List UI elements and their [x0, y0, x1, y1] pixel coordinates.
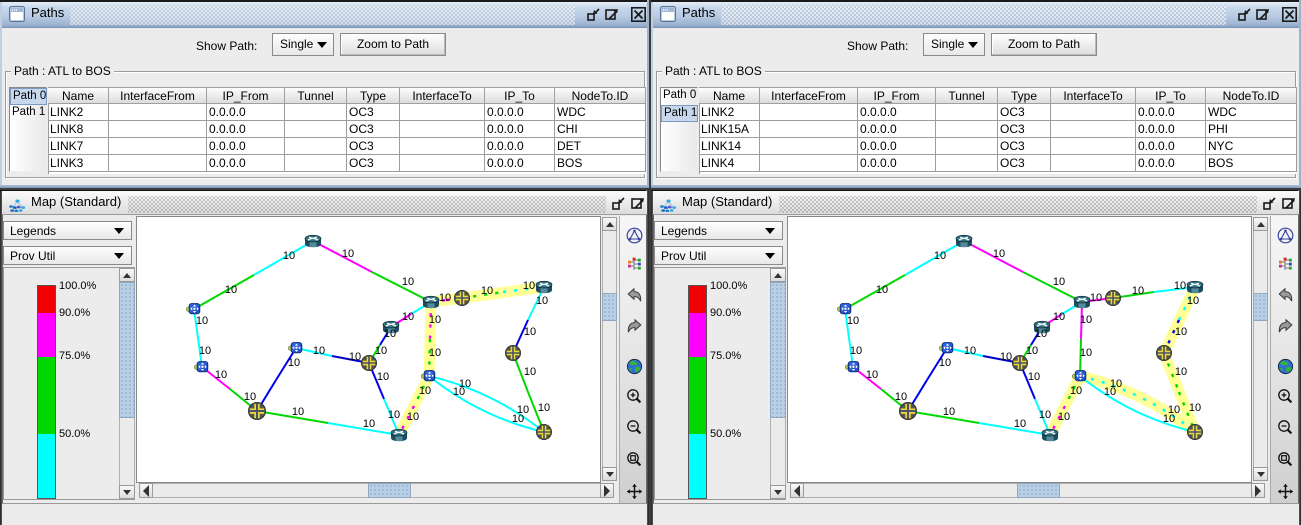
- svg-text:10: 10: [536, 295, 548, 307]
- svg-text:10: 10: [196, 315, 208, 327]
- svg-text:10: 10: [512, 413, 524, 425]
- svg-text:10: 10: [313, 345, 325, 357]
- svg-text:10: 10: [847, 315, 859, 327]
- svg-text:10: 10: [453, 386, 465, 398]
- svg-text:10: 10: [375, 345, 387, 357]
- svg-text:10: 10: [1189, 402, 1201, 414]
- svg-text:10: 10: [524, 366, 536, 378]
- svg-text:10: 10: [292, 406, 304, 418]
- svg-text:10: 10: [1035, 328, 1047, 340]
- svg-text:10: 10: [895, 391, 907, 403]
- svg-text:10: 10: [1053, 311, 1065, 323]
- svg-text:10: 10: [402, 276, 414, 288]
- svg-text:10: 10: [1163, 413, 1175, 425]
- svg-text:10: 10: [850, 345, 862, 357]
- svg-text:10: 10: [225, 284, 237, 296]
- svg-text:10: 10: [419, 385, 431, 397]
- svg-text:10: 10: [199, 345, 211, 357]
- svg-text:10: 10: [1014, 418, 1026, 430]
- svg-text:10: 10: [1053, 276, 1065, 288]
- svg-text:10: 10: [993, 248, 1005, 260]
- svg-text:10: 10: [523, 280, 535, 292]
- svg-text:10: 10: [1080, 347, 1092, 359]
- svg-text:10: 10: [481, 285, 493, 297]
- svg-text:10: 10: [1104, 386, 1116, 398]
- svg-text:10: 10: [1039, 409, 1051, 421]
- svg-text:10: 10: [1175, 326, 1187, 338]
- svg-text:10: 10: [934, 250, 946, 262]
- svg-text:10: 10: [1026, 345, 1038, 357]
- svg-text:10: 10: [384, 328, 396, 340]
- svg-text:10: 10: [943, 406, 955, 418]
- svg-text:10: 10: [288, 357, 300, 369]
- svg-text:10: 10: [964, 345, 976, 357]
- svg-text:10: 10: [377, 371, 389, 383]
- svg-text:10: 10: [429, 314, 441, 326]
- svg-text:10: 10: [1175, 366, 1187, 378]
- svg-text:10: 10: [1090, 292, 1102, 304]
- svg-text:10: 10: [1070, 385, 1082, 397]
- svg-text:10: 10: [388, 409, 400, 421]
- svg-text:10: 10: [439, 292, 451, 304]
- svg-text:10: 10: [1058, 411, 1070, 423]
- svg-text:10: 10: [1000, 351, 1012, 363]
- svg-text:10: 10: [363, 418, 375, 430]
- svg-text:10: 10: [1080, 314, 1092, 326]
- svg-text:10: 10: [244, 391, 256, 403]
- svg-text:10: 10: [524, 326, 536, 338]
- svg-text:10: 10: [1132, 285, 1144, 297]
- svg-text:10: 10: [215, 369, 227, 381]
- svg-text:10: 10: [939, 357, 951, 369]
- svg-text:10: 10: [538, 402, 550, 414]
- svg-text:10: 10: [1028, 371, 1040, 383]
- svg-text:10: 10: [1174, 280, 1186, 292]
- svg-text:10: 10: [402, 311, 414, 323]
- svg-text:10: 10: [1187, 295, 1199, 307]
- svg-text:10: 10: [342, 248, 354, 260]
- svg-text:10: 10: [876, 284, 888, 296]
- svg-text:10: 10: [349, 351, 361, 363]
- svg-text:10: 10: [283, 250, 295, 262]
- svg-text:10: 10: [866, 369, 878, 381]
- svg-text:10: 10: [429, 347, 441, 359]
- svg-text:10: 10: [407, 411, 419, 423]
